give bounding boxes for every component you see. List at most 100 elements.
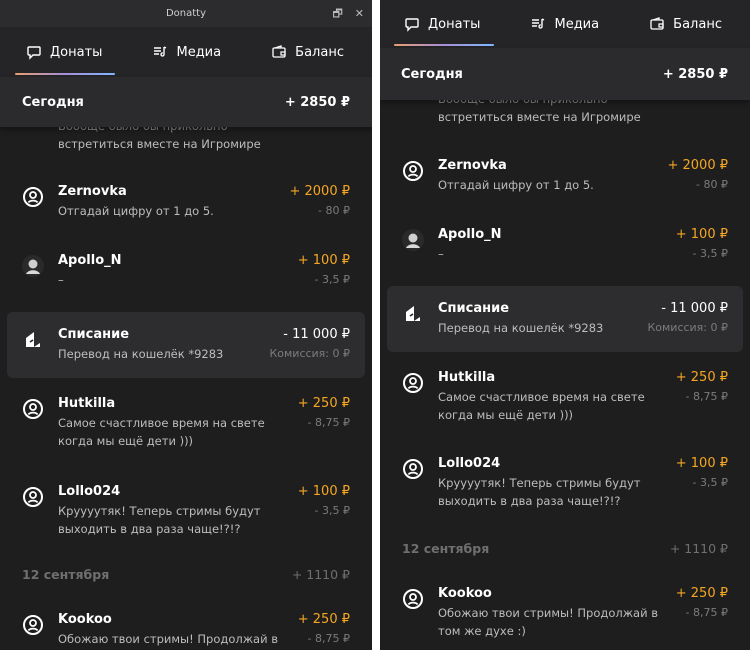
active-tab-indicator (394, 44, 494, 46)
date-label: 12 сентября (402, 541, 490, 556)
donation-fee: - 80 ₽ (318, 204, 350, 217)
today-header: Сегодня + 2850 ₽ (380, 48, 750, 100)
user-icon (403, 373, 423, 393)
donation-message: Обожаю твои стримы! Продолжай в (58, 632, 279, 646)
donation-amount: + 250 ₽ (675, 586, 728, 601)
tab-label: Баланс (295, 44, 344, 60)
donation-fee: Комиссия: 0 ₽ (647, 321, 728, 334)
tab-balance[interactable]: Баланс (271, 44, 344, 60)
donor-name: Списание (58, 327, 130, 342)
tab-bar: Донаты Медиа Баланс (0, 27, 372, 77)
tab-label: Медиа (554, 16, 600, 32)
user-icon (403, 161, 423, 181)
donation-fee: - 8,75 ₽ (307, 416, 350, 429)
donation-amount: + 100 ₽ (297, 253, 350, 268)
donation-message: Обожаю твои стримы! Продолжай в том же д… (438, 606, 659, 638)
date-group-header: 12 сентября + 1110 ₽ (402, 541, 728, 556)
window-title: Donatty (165, 8, 207, 19)
restore-icon[interactable]: 🗗 (332, 0, 342, 27)
donor-name: Apollo_N (438, 227, 502, 242)
donation-fee: - 3,5 ₽ (692, 247, 728, 260)
donation-message: Круууутяк! Теперь стримы будут выходить … (438, 476, 641, 508)
left-window: Donatty 🗗 ✕ Донаты Медиа Баланс Сегодня … (0, 0, 372, 650)
donation-fee: - 3,5 ₽ (314, 273, 350, 286)
today-label: Сегодня (22, 94, 84, 110)
donation-amount: + 100 ₽ (675, 227, 728, 242)
donation-amount: + 2000 ₽ (289, 184, 350, 199)
photo-avatar (402, 229, 424, 251)
donation-fee: - 3,5 ₽ (692, 476, 728, 489)
user-icon (23, 187, 43, 207)
tab-label: Донаты (428, 16, 481, 32)
title-bar: Donatty 🗗 ✕ (0, 0, 372, 27)
donation-amount: - 11 000 ₽ (661, 301, 728, 316)
donation-message: Отгадай цифру от 1 до 5. (438, 178, 594, 192)
right-mobile-view: Донаты Медиа Баланс Сегодня + 2850 ₽ Воо… (380, 0, 750, 650)
user-icon (403, 589, 423, 609)
donor-name: Apollo_N (58, 253, 122, 268)
donation-message: Отгадай цифру от 1 до 5. (58, 204, 214, 218)
donor-name: Zernovka (58, 184, 127, 199)
donor-name: Hutkilla (438, 370, 496, 385)
donor-name: Zernovka (438, 158, 507, 173)
tab-donations[interactable]: Донаты (404, 16, 480, 32)
date-label: 12 сентября (22, 567, 110, 582)
chat-bubble-icon (27, 46, 41, 60)
tab-label: Баланс (673, 16, 722, 32)
donation-fee: Комиссия: 0 ₽ (269, 347, 350, 360)
donation-message: Круууутяк! Теперь стримы будут выходить … (58, 504, 261, 536)
today-total: + 2850 ₽ (284, 94, 350, 110)
donation-fee: - 8,75 ₽ (685, 390, 728, 403)
user-icon (23, 615, 43, 635)
donation-amount: + 250 ₽ (297, 396, 350, 411)
donor-name: Kookoo (438, 586, 492, 601)
tab-bar: Донаты Медиа Баланс (380, 0, 750, 48)
music-list-icon (532, 18, 545, 29)
donation-message: Самое счастливое время на свете когда мы… (438, 390, 645, 422)
today-label: Сегодня (401, 66, 463, 82)
donation-amount: + 250 ₽ (675, 370, 728, 385)
tab-label: Донаты (50, 44, 103, 60)
donation-fee: - 80 ₽ (696, 178, 728, 191)
donation-message: Самое счастливое время на свете когда мы… (58, 416, 265, 448)
user-icon (403, 459, 423, 479)
donor-name: Kookoo (58, 612, 112, 627)
donation-amount: + 100 ₽ (675, 456, 728, 471)
donation-message: Перевод на кошелёк *9283 (438, 321, 604, 335)
date-total: + 1110 ₽ (669, 541, 728, 556)
donation-amount: - 11 000 ₽ (283, 327, 350, 342)
date-group-header: 12 сентября + 1110 ₽ (22, 567, 350, 582)
wallet-icon (650, 17, 664, 30)
donation-amount: + 2000 ₽ (667, 158, 728, 173)
donation-fee: - 8,75 ₽ (685, 606, 728, 619)
donation-amount: + 100 ₽ (297, 484, 350, 499)
donation-message: Перевод на кошелёк *9283 (58, 347, 224, 361)
user-icon (23, 487, 43, 507)
tab-media[interactable]: Медиа (530, 16, 599, 32)
withdraw-icon (26, 332, 40, 347)
donation-fee: - 8,75 ₽ (307, 632, 350, 645)
active-tab-indicator (15, 73, 115, 75)
tab-label: Медиа (176, 44, 222, 60)
donor-name: Lollo024 (58, 484, 121, 499)
donor-name: Списание (438, 301, 510, 316)
donation-message: – (438, 247, 444, 261)
close-icon[interactable]: ✕ (355, 0, 364, 27)
donation-message: – (58, 273, 64, 287)
donation-amount: + 250 ₽ (297, 612, 350, 627)
donor-name: Hutkilla (58, 396, 116, 411)
chat-bubble-icon (405, 18, 419, 32)
donor-name: Lollo024 (438, 456, 501, 471)
music-list-icon (154, 46, 167, 57)
today-total: + 2850 ₽ (662, 66, 728, 82)
tab-donations[interactable]: Донаты (26, 44, 102, 60)
tab-media[interactable]: Медиа (152, 44, 221, 60)
date-total: + 1110 ₽ (291, 567, 350, 582)
today-header: Сегодня + 2850 ₽ (0, 77, 372, 127)
photo-avatar (22, 255, 44, 277)
donation-fee: - 3,5 ₽ (314, 504, 350, 517)
wallet-icon (272, 45, 286, 58)
withdraw-icon (406, 306, 420, 321)
user-icon (23, 399, 43, 419)
tab-balance[interactable]: Баланс (649, 16, 722, 32)
